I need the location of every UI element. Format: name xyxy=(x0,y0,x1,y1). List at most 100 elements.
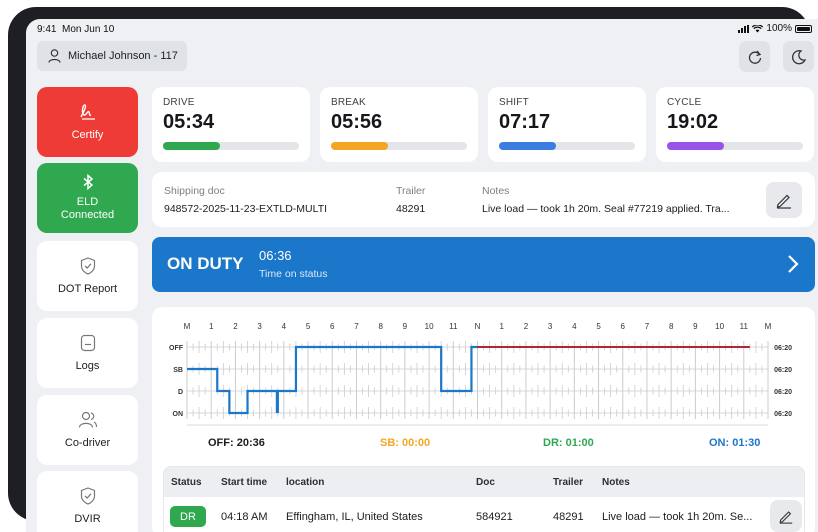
break-timer-value: 05:56 xyxy=(331,111,383,133)
wifi-icon xyxy=(752,24,764,32)
shift-timer-card: SHIFT 07:17 xyxy=(488,87,646,162)
row-total: 06:20 xyxy=(774,345,792,352)
signal-icon xyxy=(738,24,750,33)
hour-label: M xyxy=(184,322,191,331)
cycle-timer-card: CYCLE 19:02 xyxy=(656,87,814,162)
cycle-timer-label: CYCLE xyxy=(667,97,702,108)
hour-label: 4 xyxy=(282,322,287,331)
hour-label: 10 xyxy=(715,322,724,331)
cycle-progress-fill xyxy=(667,142,725,150)
hour-label: N xyxy=(475,322,481,331)
refresh-button[interactable] xyxy=(739,41,770,72)
hour-label: 10 xyxy=(425,322,434,331)
certify-button[interactable]: Certify xyxy=(37,87,138,157)
dark-mode-button[interactable] xyxy=(783,41,814,72)
hour-label: 7 xyxy=(354,322,359,331)
driver-selector[interactable]: Michael Johnson - 117 xyxy=(37,41,187,71)
logs-label: Logs xyxy=(75,360,100,372)
duty-status-banner[interactable]: ON DUTY 06:36 Time on status xyxy=(152,237,815,292)
hour-label: 11 xyxy=(449,322,458,331)
co-driver-button[interactable]: Co-driver xyxy=(37,395,138,465)
eld-label-line2: Connected xyxy=(60,209,115,221)
row-label: ON xyxy=(173,411,184,418)
row-doc: 584921 xyxy=(476,511,513,523)
table-row[interactable]: DR 04:18 AM Effingham, IL, United States… xyxy=(164,497,804,532)
break-progress-fill xyxy=(331,142,389,150)
status-bar: 9:41 Mon Jun 10 100% xyxy=(26,19,818,39)
col-start-time: Start time xyxy=(221,477,268,488)
row-total: 06:20 xyxy=(774,389,792,396)
driver-name: Michael Johnson - 117 xyxy=(68,50,178,62)
shipping-card: Shipping doc 948572-2025-11-23-EXTLD-MUL… xyxy=(152,172,815,227)
hour-label: 4 xyxy=(572,322,577,331)
hour-label: 3 xyxy=(548,322,553,331)
hour-label: 3 xyxy=(257,322,262,331)
dvir-label: DVIR xyxy=(74,513,101,525)
drive-progress-fill xyxy=(163,142,221,150)
hour-label: 8 xyxy=(669,322,674,331)
hour-label: 1 xyxy=(209,322,214,331)
certify-label: Certify xyxy=(71,129,104,141)
hour-label: 1 xyxy=(499,322,504,331)
break-timer-card: BREAK 05:56 xyxy=(320,87,478,162)
row-label: SB xyxy=(173,367,183,374)
bluetooth-icon xyxy=(83,174,93,191)
pencil-icon xyxy=(779,511,793,524)
hour-label: 7 xyxy=(645,322,650,331)
break-progress-track xyxy=(331,142,467,150)
logs-button[interactable]: Logs xyxy=(37,318,138,388)
hour-label: 2 xyxy=(524,322,529,331)
row-start-time: 04:18 AM xyxy=(221,511,268,523)
total-off: OFF: 20:36 xyxy=(208,437,265,449)
app-screen: 9:41 Mon Jun 10 100% Michael Johnson - 1… xyxy=(26,19,818,532)
shift-progress-track xyxy=(499,142,635,150)
document-icon xyxy=(80,334,95,352)
row-total: 06:20 xyxy=(774,367,792,374)
row-trailer: 48291 xyxy=(553,511,584,523)
eld-label-line1: ELD xyxy=(76,196,99,209)
break-timer-label: BREAK xyxy=(331,97,366,108)
status-badge: DR xyxy=(170,506,206,527)
drive-timer-label: DRIVE xyxy=(163,97,195,108)
hour-label: 9 xyxy=(403,322,408,331)
co-driver-label: Co-driver xyxy=(64,437,111,449)
col-location: location xyxy=(286,477,325,488)
row-label: OFF xyxy=(169,345,184,352)
refresh-icon xyxy=(748,50,761,64)
notes-label: Notes xyxy=(482,185,510,197)
dot-report-label: DOT Report xyxy=(57,283,118,295)
tablet-frame: 9:41 Mon Jun 10 100% Michael Johnson - 1… xyxy=(8,7,818,532)
edit-row-button[interactable] xyxy=(770,500,802,532)
clock: 9:41 xyxy=(37,24,57,35)
total-on: ON: 01:30 xyxy=(709,437,761,449)
status-time: 9:41 Mon Jun 10 xyxy=(37,24,114,35)
dvir-button[interactable]: DVIR xyxy=(37,471,138,532)
notes-value: Live load — took 1h 20m. Seal #77219 app… xyxy=(482,203,730,215)
user-icon xyxy=(48,49,61,63)
shipping-doc-value: 948572-2025-11-23-EXTLD-MULTI xyxy=(164,203,328,215)
duty-time-value: 06:36 xyxy=(259,248,292,263)
signature-icon xyxy=(79,104,95,120)
total-sb: SB: 00:00 xyxy=(380,437,431,449)
hour-label: 8 xyxy=(378,322,383,331)
edit-shipping-button[interactable] xyxy=(766,182,802,218)
hour-label: 11 xyxy=(740,322,749,331)
drive-timer-card: DRIVE 05:34 xyxy=(152,87,310,162)
eld-connection-button[interactable]: ELD Connected xyxy=(37,163,138,233)
hour-label: 9 xyxy=(693,322,698,331)
total-dr: DR: 01:00 xyxy=(543,437,594,449)
col-doc: Doc xyxy=(476,477,495,488)
dot-report-button[interactable]: DOT Report xyxy=(37,241,138,311)
col-trailer: Trailer xyxy=(553,477,584,488)
duty-time-subtitle: Time on status xyxy=(259,268,328,280)
cycle-timer-value: 19:02 xyxy=(667,111,719,133)
shield-check-icon xyxy=(80,257,95,275)
log-panel: M 1 2 3 4 5 6 7 8 9 10 11 N 1 2 3 4 5 6 7 8 9 10 11 M OFF 06:20 SB 0… xyxy=(152,307,815,532)
moon-icon xyxy=(791,49,806,64)
eld-label: ELD Connected xyxy=(61,196,114,221)
row-total: 06:20 xyxy=(774,411,792,418)
pencil-icon xyxy=(776,194,791,209)
battery-percent: 100% xyxy=(766,23,792,34)
shield-check-icon xyxy=(80,487,95,505)
col-notes: Notes xyxy=(602,477,630,488)
